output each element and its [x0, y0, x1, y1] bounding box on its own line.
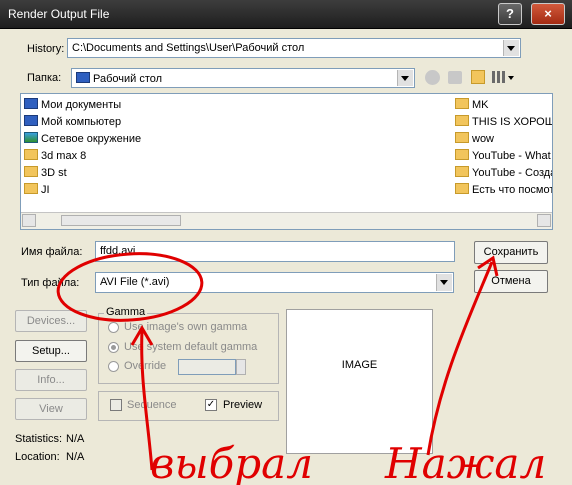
gamma-override-radio[interactable]	[108, 361, 119, 372]
folder-icon	[24, 183, 38, 194]
image-preview: IMAGE	[286, 309, 433, 454]
chevron-down-icon[interactable]	[508, 76, 514, 80]
close-button[interactable]: ×	[531, 3, 565, 25]
folder-icon	[24, 149, 38, 160]
sequence-label: Sequence	[127, 399, 177, 411]
gamma-title: Gamma	[104, 306, 148, 318]
filetype-label: Тип файла:	[21, 277, 80, 289]
override-input[interactable]	[178, 359, 236, 375]
save-button[interactable]: Сохранить	[474, 241, 548, 264]
folder-value: Рабочий стол	[93, 73, 163, 85]
sequence-checkbox[interactable]	[110, 399, 122, 411]
view-menu-icon[interactable]	[492, 71, 505, 83]
list-item[interactable]: Мой компьютер	[24, 114, 121, 130]
list-item[interactable]: THIS IS ХОРОШО	[455, 114, 552, 130]
gamma-override-label: Override	[124, 360, 167, 372]
scroll-thumb[interactable]	[61, 215, 181, 226]
scroll-left-icon[interactable]	[22, 214, 36, 227]
folder-icon	[455, 98, 469, 109]
history-combo[interactable]: C:\Documents and Settings\User\Рабочий с…	[67, 38, 521, 58]
gamma-system-radio[interactable]	[108, 342, 119, 353]
new-folder-icon[interactable]	[471, 70, 485, 84]
filetype-combo[interactable]: AVI File (*.avi)	[95, 272, 454, 293]
file-list[interactable]: Мои документы Мой компьютер Сетевое окру…	[20, 93, 553, 230]
cancel-button[interactable]: Отмена	[474, 270, 548, 293]
folder-icon	[455, 149, 469, 160]
list-item[interactable]: JI	[24, 182, 50, 198]
image-label: IMAGE	[341, 359, 378, 371]
location-value: N/A	[66, 451, 85, 463]
horizontal-scrollbar[interactable]	[21, 212, 552, 229]
preview-checkbox[interactable]: ✓	[205, 399, 217, 411]
folder-icon	[455, 166, 469, 177]
network-icon	[24, 132, 38, 143]
list-item[interactable]: YouTube - What	[455, 148, 551, 164]
folder-icon	[455, 115, 469, 126]
filename-label: Имя файла:	[21, 246, 83, 258]
statistics-label: Statistics:	[15, 433, 63, 445]
folder-label: Папка:	[27, 72, 62, 84]
documents-icon	[24, 98, 38, 109]
back-icon[interactable]	[425, 70, 440, 85]
filename-input[interactable]: ffdd.avi	[95, 241, 455, 262]
history-value: C:\Documents and Settings\User\Рабочий с…	[72, 42, 305, 54]
help-button[interactable]: ?	[498, 3, 522, 25]
statistics-value: N/A	[66, 433, 85, 445]
devices-button[interactable]: Devices...	[15, 310, 87, 332]
up-folder-icon[interactable]	[448, 71, 462, 84]
gamma-own-label: Use image's own gamma	[124, 321, 248, 333]
chevron-down-icon[interactable]	[436, 274, 452, 291]
filetype-value: AVI File (*.avi)	[100, 276, 170, 288]
title-bar: Render Output File ? ×	[0, 0, 572, 29]
chevron-down-icon[interactable]	[397, 70, 413, 86]
view-button[interactable]: View	[15, 398, 87, 420]
desktop-icon	[76, 72, 90, 83]
list-item[interactable]: 3D st	[24, 165, 67, 181]
list-item[interactable]: Мои документы	[24, 97, 121, 113]
preview-label: Preview	[223, 399, 263, 411]
history-label: History:	[27, 43, 65, 55]
list-item[interactable]: YouTube - Созда	[455, 165, 552, 181]
folder-icon	[455, 132, 469, 143]
info-button[interactable]: Info...	[15, 369, 87, 391]
scroll-right-icon[interactable]	[537, 214, 551, 227]
list-item[interactable]: wow	[455, 131, 494, 147]
list-item[interactable]: MK	[455, 97, 489, 113]
gamma-own-radio[interactable]	[108, 322, 119, 333]
location-label: Location:	[15, 451, 60, 463]
list-item[interactable]: Сетевое окружение	[24, 131, 141, 147]
gamma-system-label: Use system default gamma	[124, 341, 258, 353]
window-title: Render Output File	[8, 7, 110, 21]
spinner-icon[interactable]	[236, 359, 246, 375]
list-item[interactable]: 3d max 8	[24, 148, 86, 164]
chevron-down-icon[interactable]	[503, 40, 519, 56]
computer-icon	[24, 115, 38, 126]
folder-combo[interactable]: Рабочий стол	[71, 68, 415, 88]
folder-icon	[455, 183, 469, 194]
setup-button[interactable]: Setup...	[15, 340, 87, 362]
dialog-body: History: C:\Documents and Settings\User\…	[0, 29, 572, 485]
list-item[interactable]: Есть что посмот	[455, 182, 552, 198]
folder-icon	[24, 166, 38, 177]
